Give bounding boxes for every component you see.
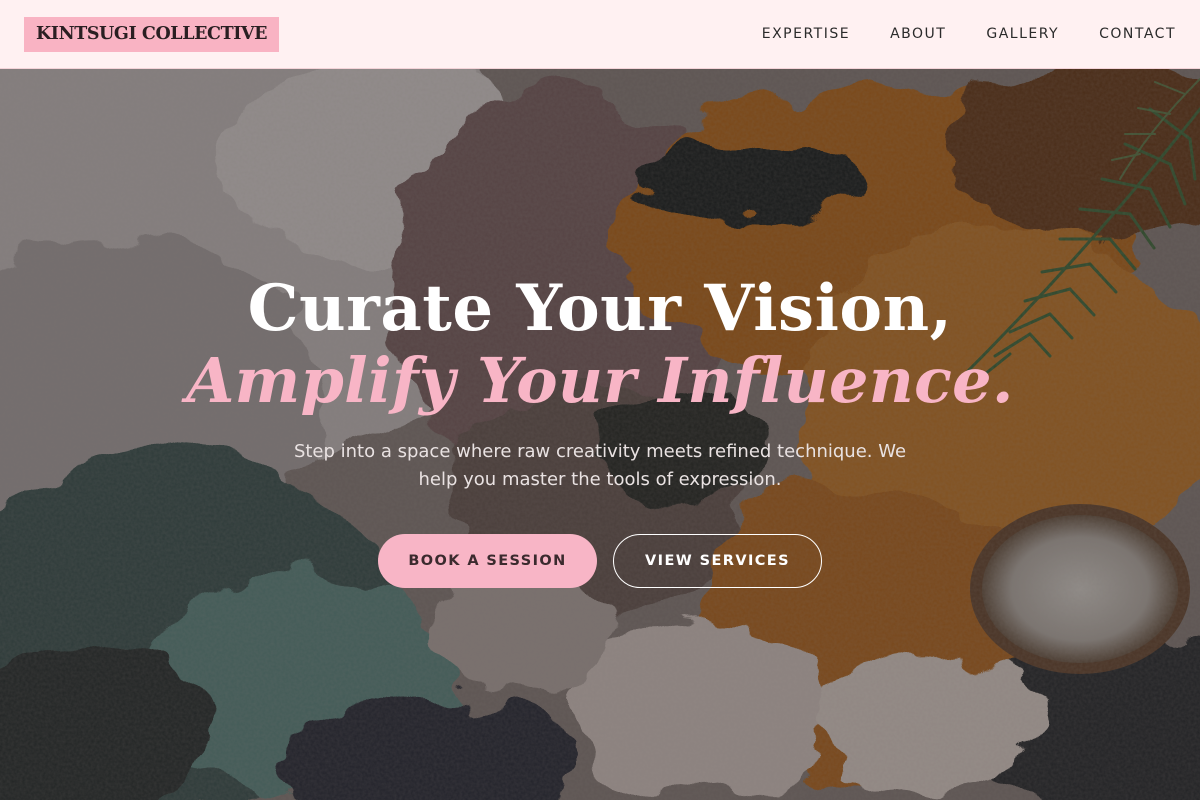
- brand-logo[interactable]: KINTSUGI COLLECTIVE: [24, 16, 280, 52]
- view-services-button[interactable]: VIEW SERVICES: [613, 534, 822, 588]
- hero-cta-group: BOOK A SESSION VIEW SERVICES: [0, 534, 1200, 588]
- nav-link-gallery[interactable]: GALLERY: [986, 26, 1059, 42]
- nav-link-expertise[interactable]: EXPERTISE: [762, 26, 850, 42]
- nav-link-contact[interactable]: CONTACT: [1099, 26, 1176, 42]
- nav-link-about[interactable]: ABOUT: [890, 26, 946, 42]
- top-navbar: KINTSUGI COLLECTIVE EXPERTISE ABOUT GALL…: [0, 0, 1200, 69]
- hero-dark-overlay: [0, 69, 1200, 800]
- hero-headline-line1: Curate Your Vision,: [247, 271, 953, 346]
- hero-section: Curate Your Vision, Amplify Your Influen…: [0, 69, 1200, 800]
- book-session-button[interactable]: BOOK A SESSION: [378, 534, 597, 588]
- hero-subtitle: Step into a space where raw creativity m…: [293, 441, 907, 490]
- main-nav: EXPERTISE ABOUT GALLERY CONTACT: [762, 26, 1176, 42]
- hero-headline-line2: Amplify Your Influence.: [186, 344, 1014, 417]
